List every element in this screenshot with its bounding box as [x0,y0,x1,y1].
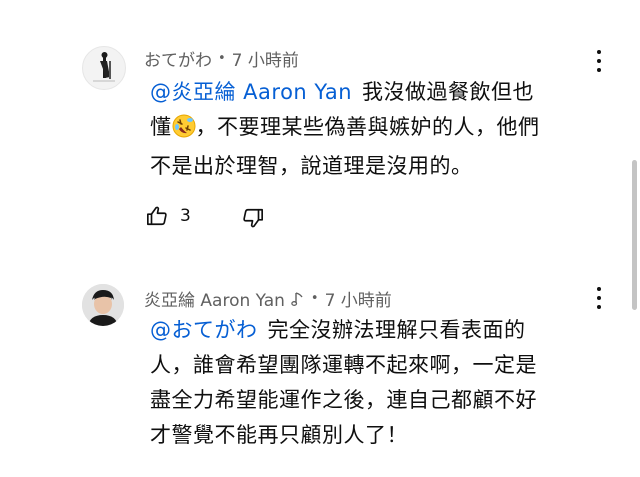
rolling-on-floor-laughing-icon [172,114,196,149]
avatar[interactable] [82,46,126,90]
dot-icon [597,305,601,309]
comment-text-line: 才警覺不能再只顧別人了！ [150,423,408,447]
dot-icon [597,50,601,54]
mention-link[interactable]: @おてがわ [150,318,258,342]
dot-icon [597,68,601,72]
more-options-button[interactable] [588,285,610,311]
comment-text-line: 人，誰會希望團隊運轉不起來啊，一定是 [150,353,537,377]
comment-line: 才警覺不能再只顧別人了！ [150,418,600,453]
author-name[interactable]: 炎亞綸 Aaron Yan [144,286,285,311]
avatar[interactable] [82,284,124,326]
comment-text-line: 盡全力希望能運作之後，連自己都顧不好 [150,388,537,412]
comment-line: @おてがわ 完全沒辦法理解只看表面的 [150,313,600,348]
comment-line: 盡全力希望能運作之後，連自己都顧不好 [150,383,600,418]
thumbs-down-icon [243,208,263,228]
comment-line: 不是出於理智，說道理是沒用的。 [150,149,600,184]
more-options-button[interactable] [588,48,610,74]
dot-icon [597,59,601,63]
dislike-button[interactable] [242,207,264,229]
like-button[interactable]: 3 [146,205,191,227]
comment-text: @炎亞綸 Aaron Yan 我沒做過餐飲但也 懂 ，不要理某些偽善與嫉妒的人，他… [150,75,600,184]
comment-text-line: 完全沒辦法理解只看表面的 [267,318,526,342]
avatar-person-icon [82,284,124,326]
comment-line: 懂 ，不要理某些偽善與嫉妒的人，他們 [150,110,600,149]
comment-line: @炎亞綸 Aaron Yan 我沒做過餐飲但也 [150,75,600,110]
mention-link[interactable]: @炎亞綸 Aaron Yan [150,80,352,104]
dot-icon [597,296,601,300]
meta-separator: • [310,291,319,306]
comment-text-line: 不是出於理智，說道理是沒用的。 [150,154,473,178]
timestamp[interactable]: 7 小時前 [232,46,299,71]
comment-text-segment: 懂 [150,115,172,139]
scrollbar[interactable] [632,160,637,310]
comment-text-line: 我沒做過餐飲但也 [362,80,535,104]
comment-line: 人，誰會希望團隊運轉不起來啊，一定是 [150,348,600,383]
comment-meta: おてがわ • 7 小時前 [144,46,299,71]
author-name[interactable]: おてがわ [144,46,212,71]
timestamp[interactable]: 7 小時前 [325,286,392,311]
like-count: 3 [180,206,191,226]
comment-text-segment: ，不要理某些偽善與嫉妒的人，他們 [195,115,540,139]
meta-separator: • [218,51,226,66]
thumbs-up-icon [147,206,167,226]
comment-meta: 炎亞綸 Aaron Yan • 7 小時前 [144,286,392,311]
comment-text: @おてがわ 完全沒辦法理解只看表面的 人，誰會希望團隊運轉不起來啊，一定是 盡全力… [150,313,600,453]
avatar-silhouette-icon [93,52,115,82]
dot-icon [597,287,601,291]
music-note-icon [291,291,305,307]
